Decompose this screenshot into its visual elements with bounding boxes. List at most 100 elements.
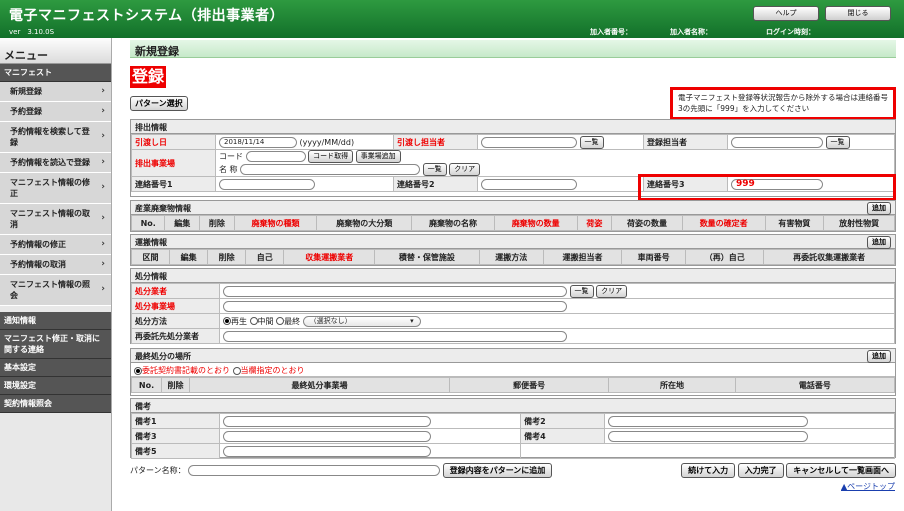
remark4-input[interactable] (608, 430, 809, 442)
save-pattern-button[interactable]: 登録内容をパターンに追加 (442, 463, 553, 478)
disposal-site-label: 処分事業場 (131, 298, 220, 314)
chevron-right-icon: › (101, 182, 105, 192)
method-radio-intermediate[interactable] (249, 317, 258, 325)
sidebar-item-manifest-inquiry[interactable]: マニフェスト情報の照会 › (0, 275, 111, 306)
final-disposal-section: 最終処分の場所 追加 委託契約書記載のとおり 当欄指定のとおり No. 削除 最終… (130, 348, 896, 396)
sidebar-section-manifest[interactable]: マニフェスト (0, 64, 111, 82)
page-top-link[interactable]: ▲ページトップ (841, 481, 895, 492)
site-code-input[interactable] (245, 151, 306, 162)
disposal-site-input[interactable] (223, 300, 567, 312)
column-header: 廃棄物の数量 (493, 215, 578, 231)
disposal-clear-button[interactable]: クリア (596, 284, 628, 298)
remark5-input[interactable] (223, 445, 431, 457)
sidebar-item-label: 予約情報を検索して登録 (10, 127, 90, 147)
sidebar-item-new-registration[interactable]: 新規登録 › (0, 82, 111, 102)
column-header: 電話番号 (734, 377, 896, 393)
input-complete-button[interactable]: 入力完了 (737, 463, 784, 478)
registrant-input[interactable] (731, 136, 823, 148)
final-add-button[interactable]: 追加 (867, 350, 891, 363)
sidebar-item-label: マニフェスト情報の修正 (10, 178, 90, 198)
sidebar-item-manifest-cancel[interactable]: マニフェスト情報の取消 › (0, 204, 111, 235)
registrant-label: 登録担当者 (643, 134, 728, 150)
chevron-right-icon: › (101, 284, 105, 294)
disposal-method-label: 処分方法 (131, 313, 220, 329)
subscriber-number-label: 加入者番号： (590, 28, 632, 36)
delivery-handler-input[interactable] (481, 136, 577, 148)
transport-section: 運搬情報 追加 区間 編集 削除 自己 収集運搬業者 積替・保管施設 運搬方法 運… (130, 234, 896, 266)
chevron-right-icon: › (101, 131, 105, 141)
pattern-select-button[interactable]: パターン選択 (130, 96, 188, 111)
column-header: 削除 (161, 377, 190, 393)
sidebar-section-contract[interactable]: 契約情報照会 (0, 395, 111, 413)
handler-list-button[interactable]: 一覧 (579, 135, 604, 149)
column-header: No. (131, 377, 162, 393)
app-title: 電子マニフェストシステム（排出事業者） (9, 8, 285, 24)
waste-add-button[interactable]: 追加 (867, 202, 891, 215)
site-name-input[interactable] (240, 164, 421, 175)
column-header: 自己 (245, 249, 285, 265)
sidebar-item-search-register[interactable]: 予約情報を検索して登録 › (0, 122, 111, 153)
site-clear-button[interactable]: クリア (449, 163, 481, 176)
final-radio-contract[interactable] (134, 366, 142, 375)
site-add-button[interactable]: 事業場追加 (355, 150, 401, 163)
registrant-list-button[interactable]: 一覧 (825, 135, 850, 149)
sidebar-item-label: 予約情報の取消 (10, 260, 66, 269)
transport-add-button[interactable]: 追加 (867, 236, 891, 249)
remark2-label: 備考2 (520, 413, 606, 429)
column-header: 車両番号 (620, 249, 687, 265)
transport-header-row: 区間 編集 削除 自己 収集運搬業者 積替・保管施設 運搬方法 運搬担当者 車両… (130, 249, 895, 265)
sidebar-section-contact[interactable]: マニフェスト修正・取消に関する連絡 (0, 330, 111, 359)
remark3-label: 備考3 (131, 428, 220, 444)
disposal-method-select[interactable]: （選択なし） ▾ (302, 315, 421, 327)
continue-input-button[interactable]: 続けて入力 (681, 463, 736, 478)
close-button[interactable]: 閉じる (825, 6, 891, 21)
column-header: 収集運搬業者 (283, 249, 376, 265)
sidebar: メニュー マニフェスト 新規登録 › 予約登録 › 予約情報を検索して登録 › 予約情… (0, 38, 112, 511)
disposal-company-input[interactable] (223, 285, 567, 297)
page-title: 登録 (130, 66, 167, 88)
column-header: 荷姿 (576, 215, 613, 231)
column-header: 運搬方法 (478, 249, 545, 265)
sidebar-item-reservation-edit[interactable]: 予約情報の修正 › (0, 235, 111, 255)
column-header: 数量の確定者 (681, 215, 766, 231)
method-option-label: 最終 (284, 316, 301, 326)
subcontract-input[interactable] (223, 330, 567, 342)
code-get-button[interactable]: コード取得 (308, 150, 354, 163)
sidebar-item-reservation-cancel[interactable]: 予約情報の取消 › (0, 255, 111, 275)
column-header: No. (130, 215, 166, 231)
disposal-list-button[interactable]: 一覧 (569, 284, 594, 298)
sidebar-item-load-register[interactable]: 予約情報を読込で登録 › (0, 153, 111, 173)
sidebar-section-notice[interactable]: 通知情報 (0, 312, 111, 330)
main-content: 新規登録 登録 パターン選択 (130, 40, 896, 111)
cancel-to-list-button[interactable]: キャンセルして一覧画面へ (786, 463, 896, 478)
column-header: 廃棄物の種類 (233, 215, 318, 231)
pattern-name-input[interactable] (188, 465, 441, 476)
disposal-company-label: 処分業者 (131, 283, 220, 299)
contact2-input[interactable] (481, 178, 577, 190)
method-radio-recycle[interactable] (223, 317, 231, 325)
version-label: ver 3.10.0S (9, 28, 55, 36)
help-button[interactable]: ヘルプ (753, 6, 819, 21)
sidebar-section-basic-settings[interactable]: 基本設定 (0, 359, 111, 377)
sidebar-section-env-settings[interactable]: 環境設定 (0, 377, 111, 395)
final-radio-specified[interactable] (232, 366, 241, 375)
remark3-input[interactable] (223, 430, 431, 442)
sidebar-item-label: マニフェスト情報の照会 (10, 280, 90, 300)
delivery-handler-label: 引渡し担当者 (393, 134, 478, 150)
contact1-input[interactable] (219, 178, 315, 190)
sidebar-item-label: 新規登録 (10, 87, 42, 96)
date-format-hint: (yyyy/MM/dd) (299, 137, 355, 147)
delivery-date-label: 引渡し日 (131, 134, 216, 150)
remark2-input[interactable] (608, 415, 809, 427)
method-radio-final[interactable] (276, 317, 285, 325)
site-list-button[interactable]: 一覧 (422, 163, 447, 176)
delivery-date-input[interactable]: 2018/11/14 (219, 136, 297, 148)
sidebar-item-label: 予約情報を読込で登録 (10, 158, 90, 167)
sidebar-item-manifest-edit[interactable]: マニフェスト情報の修正 › (0, 173, 111, 204)
chevron-right-icon: › (101, 156, 105, 167)
remark1-input[interactable] (223, 415, 431, 427)
sidebar-item-reservation[interactable]: 予約登録 › (0, 102, 111, 122)
column-header: 有害物質 (764, 215, 825, 231)
remark5-label: 備考5 (131, 443, 220, 459)
remark1-label: 備考1 (131, 413, 220, 429)
